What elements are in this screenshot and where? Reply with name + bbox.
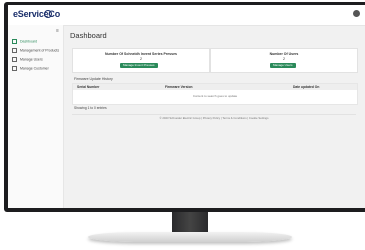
sidebar-item-label: Manage Customer <box>20 66 49 71</box>
sidebar: Dashboard Management of Products Manage … <box>8 25 64 208</box>
card-title: Number Of Schneidh Invent Series Presses <box>105 52 177 56</box>
empty-table-message: Content to search goes to update <box>192 94 238 98</box>
card-count: 2 <box>283 57 285 61</box>
entries-count: Showing 1 to 0 entries <box>74 106 107 110</box>
monitor-stand-base <box>88 232 292 242</box>
logo-icon <box>44 10 52 18</box>
firmware-table: Serial Number Firmware Version Date upda… <box>72 83 358 105</box>
sidebar-item-label: Manage Users <box>20 57 43 62</box>
firmware-history-title: Firmware Update History <box>74 77 113 81</box>
top-bar: eServiceCo <box>8 5 365 26</box>
manage-users-button[interactable]: Manage Users <box>270 63 296 68</box>
products-icon <box>12 48 17 53</box>
users-icon <box>12 57 17 62</box>
sidebar-item-label: Dashboard <box>20 39 38 44</box>
card-title: Number Of Users <box>269 52 299 56</box>
monitor-stand-neck <box>172 212 208 232</box>
card-count: 2 <box>140 57 142 61</box>
customer-icon <box>12 66 17 71</box>
sidebar-item-customer[interactable]: Manage Customer <box>12 66 49 72</box>
dashboard-icon <box>12 39 17 44</box>
sidebar-item-products[interactable]: Management of Products <box>12 48 59 54</box>
sidebar-item-dashboard[interactable]: Dashboard <box>12 39 37 45</box>
monitor-screen: eServiceCo Dashboard Management of Produ… <box>8 5 365 208</box>
page-title: Dashboard <box>70 31 107 40</box>
app-logo[interactable]: eServiceCo <box>13 9 60 19</box>
column-header-firmware[interactable]: Firmware Version <box>165 85 193 89</box>
sidebar-item-label: Management of Products <box>20 48 60 53</box>
footer: © 2023 Schneider Electric Group | Privac… <box>72 114 356 120</box>
manage-presses-button[interactable]: Manage Invent Presses <box>120 63 158 68</box>
card-presses: Number Of Schneidh Invent Series Presses… <box>72 48 210 73</box>
column-header-date[interactable]: Date updated On <box>293 85 319 89</box>
hamburger-menu-icon[interactable]: ≡ <box>56 28 59 34</box>
user-avatar[interactable] <box>353 10 360 17</box>
card-users: Number Of Users 2 Manage Users <box>210 48 358 73</box>
table-header: Serial Number Firmware Version Date upda… <box>73 84 357 90</box>
column-header-serial[interactable]: Serial Number <box>77 85 99 89</box>
sidebar-item-users[interactable]: Manage Users <box>12 57 43 63</box>
